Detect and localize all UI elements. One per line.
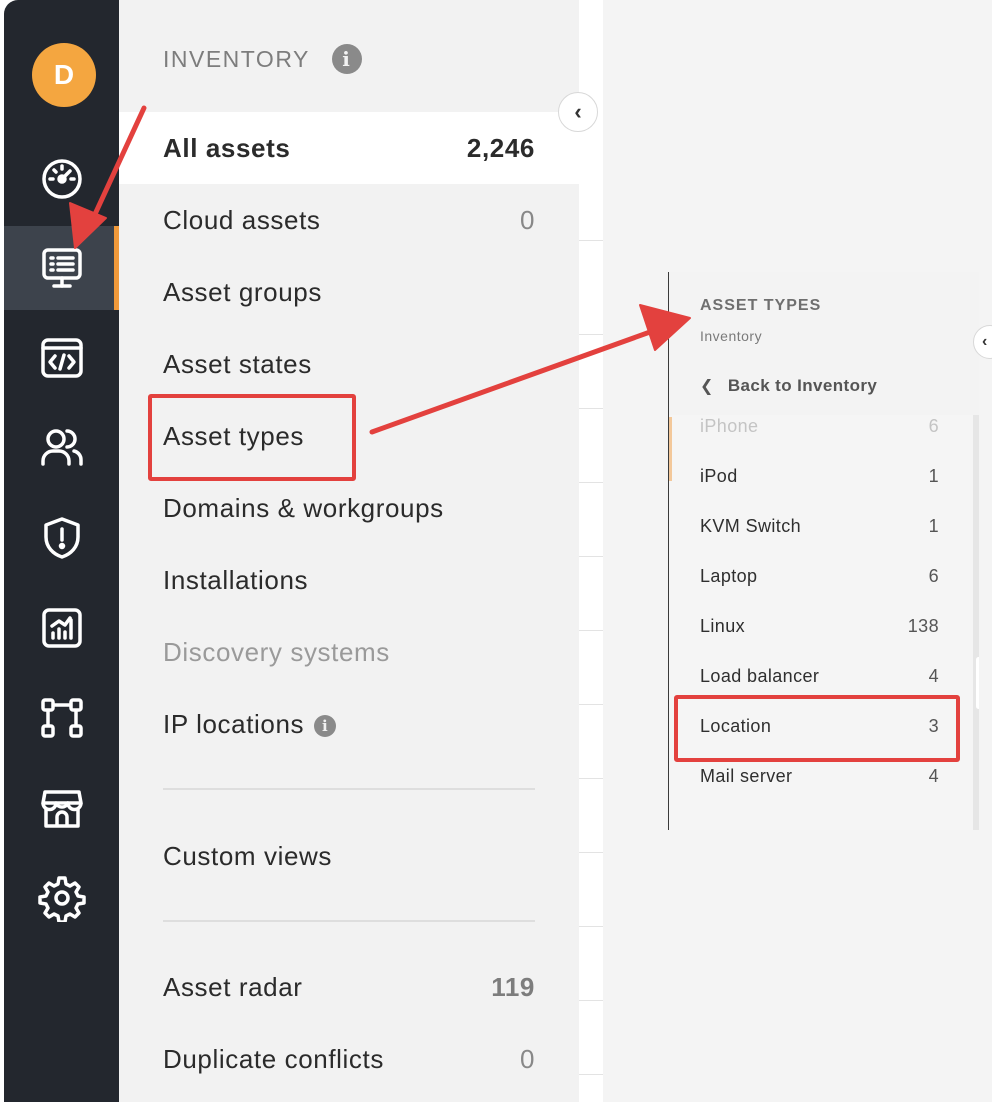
users-icon [40, 429, 83, 466]
divider [163, 788, 535, 790]
menu-item-ip-locations[interactable]: IP locations i [119, 688, 579, 760]
flow-icon [40, 698, 83, 738]
rail-item-security[interactable] [4, 496, 119, 580]
panel-title: ASSET TYPES [700, 297, 822, 314]
list-item[interactable]: Linux 138 [669, 601, 972, 651]
list-item[interactable]: iPod 1 [669, 451, 972, 501]
code-window-icon [40, 338, 83, 378]
menu-item-asset-radar[interactable]: Asset radar 119 [119, 951, 579, 1023]
scrollbar[interactable] [973, 415, 979, 830]
list-item[interactable]: Load balancer 4 [669, 651, 972, 701]
info-icon[interactable]: i [314, 714, 337, 737]
rail-item-inventory[interactable] [4, 226, 119, 310]
chevron-left-icon: ‹ [574, 99, 582, 124]
menu-item-installations[interactable]: Installations [119, 544, 579, 616]
asset-types-list: iPhone 6 iPod 1 KVM Switch 1 Laptop 6 Li… [669, 415, 979, 830]
asset-count: 2,246 [466, 132, 535, 163]
collapse-panel-button[interactable]: ‹ [558, 92, 598, 132]
rail-item-settings[interactable] [4, 856, 119, 940]
rail-item-store[interactable] [4, 766, 119, 850]
rail-item-reports[interactable] [4, 586, 119, 670]
speedometer-icon [41, 159, 82, 199]
store-icon [40, 790, 83, 828]
radar-count: 119 [491, 971, 535, 1002]
info-icon[interactable]: i [331, 44, 362, 74]
menu-item-all-assets[interactable]: All assets 2,246 [119, 112, 579, 184]
list-item[interactable]: KVM Switch 1 [669, 501, 972, 551]
conflicts-count: 0 [519, 1043, 535, 1074]
chevron-left-icon: ❮ [700, 378, 714, 395]
menu-item-asset-groups[interactable]: Asset groups [119, 256, 579, 328]
avatar[interactable]: D [32, 43, 96, 107]
highlight-box-location [674, 695, 960, 762]
monitor-list-icon [41, 248, 82, 288]
chart-icon [41, 608, 82, 648]
menu-header: INVENTORY i [163, 44, 362, 74]
scrollbar-thumb[interactable] [976, 657, 979, 709]
rail-item-dashboard[interactable] [4, 135, 119, 219]
divider [163, 920, 535, 922]
menu-item-custom-views[interactable]: Custom views [119, 820, 579, 892]
chevron-left-icon: ‹ [982, 333, 988, 350]
menu-item-asset-states[interactable]: Asset states [119, 328, 579, 400]
panel-subtitle: Inventory [700, 328, 763, 344]
menu-header-title: INVENTORY [163, 45, 310, 72]
list-item[interactable]: Laptop 6 [669, 551, 972, 601]
gear-icon [37, 876, 86, 922]
list-item[interactable] [669, 801, 972, 830]
menu-item-discovery-systems[interactable]: Discovery systems [119, 616, 579, 688]
back-to-inventory-link[interactable]: ❮ Back to Inventory [700, 376, 877, 396]
highlight-box-asset-types [148, 394, 356, 481]
menu-item-domains-workgroups[interactable]: Domains & workgroups [119, 472, 579, 544]
rail-item-workflows[interactable] [4, 676, 119, 760]
icon-rail: D [4, 0, 119, 1102]
shield-alert-icon [43, 517, 80, 559]
rail-item-users[interactable] [4, 406, 119, 490]
inventory-menu: INVENTORY i All assets 2,246 Cloud asset… [119, 0, 579, 1102]
menu-item-cloud-assets[interactable]: Cloud assets 0 [119, 184, 579, 256]
menu-item-duplicate-conflicts[interactable]: Duplicate conflicts 0 [119, 1023, 579, 1095]
rail-item-code[interactable] [4, 316, 119, 400]
cloud-count: 0 [519, 204, 535, 235]
list-item[interactable]: iPhone 6 [669, 401, 972, 451]
